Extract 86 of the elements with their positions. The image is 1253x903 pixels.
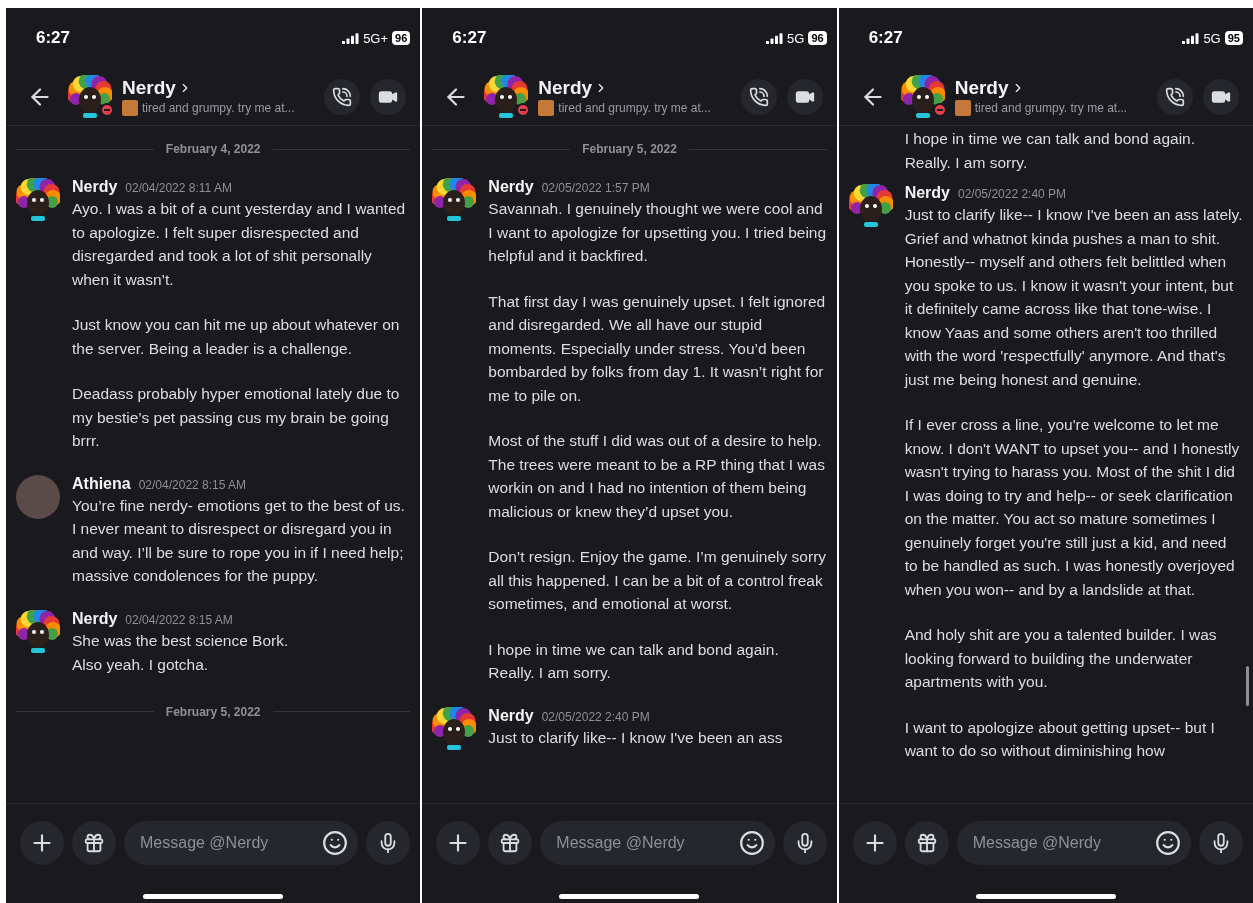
rainbow-afro-avatar bbox=[848, 184, 893, 228]
status-emoji-placeholder bbox=[122, 100, 138, 116]
message-text: Just to clarify like-- I know I've been an ass lately. Grief and whatnot kinda pushes a man to shit. Honestly-- myself and others felt belittled when you spoke to us. I know it wasn't your intent, but it definitely came across like that tone-wise. I know Yaas and some others aren't too thrilled with the word 'respectfully' anymore. And that's just me being honest and genuine. bbox=[904, 205, 1243, 390]
message-text: Ayo. I was a bit of a cunt yesterday and I wanted to apologize. I felt super disrespected and disregarded and took a lot of shit personally when it wasn’t. bbox=[72, 199, 407, 290]
date-divider-label: February 5, 2022 bbox=[165, 704, 261, 719]
date-divider-label: February 4, 2022 bbox=[165, 142, 261, 156]
message-text: Also yeah. I gotcha. bbox=[72, 655, 210, 675]
gift-icon bbox=[83, 831, 105, 854]
contact-name[interactable]: Nerdy bbox=[954, 77, 1025, 99]
phone-icon bbox=[748, 86, 769, 107]
message-input-field[interactable]: Message @Nerdy bbox=[540, 820, 775, 865]
emoji-icon[interactable] bbox=[322, 829, 349, 856]
rainbow-afro-avatar bbox=[432, 706, 477, 751]
video-call-button[interactable] bbox=[786, 78, 823, 115]
message-text: And holy shit are you a talented builder. I was looking forward to building the underwater apartments with you. bbox=[904, 625, 1218, 692]
network-label: 5G bbox=[1203, 30, 1221, 46]
message-timestamp: 02/04/2022 8:15 AM bbox=[125, 612, 233, 627]
scrollbar-thumb bbox=[1246, 666, 1249, 706]
message-timestamp: 02/05/2022 2:40 PM bbox=[541, 709, 650, 724]
video-call-button[interactable] bbox=[1203, 78, 1239, 115]
emoji-icon[interactable] bbox=[738, 829, 765, 856]
emoji-icon[interactable] bbox=[1155, 829, 1181, 856]
rainbow-afro-avatar bbox=[484, 74, 529, 119]
status-time: 6:27 bbox=[36, 28, 71, 48]
network-label: 5G+ bbox=[363, 30, 389, 46]
message-text: You’re fine nerdy- emotions get to the best of us. I never meant to disrespect or disregard you in and way. I’ll be sure to rope you in if I need help; massive condolences for the puppy. bbox=[72, 495, 406, 586]
message-text: That first day I was genuinely upset. I felt ignored and disregarded. We all have our stupid moments. Especially under stress. You’d been bombarded by folks from day 1. It wasn’t right for me to pile on. bbox=[488, 291, 827, 406]
signal-icon bbox=[766, 32, 784, 44]
gift-icon bbox=[915, 831, 938, 854]
battery-level: 96 bbox=[392, 31, 411, 45]
status-emoji-placeholder bbox=[954, 100, 971, 116]
message-text: Most of the stuff I did was out of a desire to help. The trees were meant to be a RP thing that I was workin on and I had no intention of them being malicious or knew they’d upset you. bbox=[488, 431, 826, 522]
gift-icon bbox=[499, 831, 522, 854]
message-text: Savannah. I genuinely thought we were cool and I want to apologize for upsetting you. I tried being helpful and it backfired. bbox=[488, 199, 827, 266]
rainbow-afro-avatar bbox=[432, 178, 477, 222]
message-text: Just know you can hit me up about whatever on the server. Being a leader is a challenge. bbox=[72, 315, 401, 359]
message-text: I hope in time we can talk and bond again. Really. I am sorry. bbox=[904, 129, 1197, 173]
add-button[interactable] bbox=[20, 820, 64, 865]
do-not-disturb-icon bbox=[516, 102, 531, 117]
rainbow-afro-avatar bbox=[16, 178, 60, 222]
rainbow-afro-avatar bbox=[900, 74, 945, 119]
avatar-photo-placeholder bbox=[16, 474, 60, 519]
contact-name[interactable]: Nerdy bbox=[538, 77, 609, 99]
status-emoji-placeholder bbox=[538, 100, 555, 116]
author-name[interactable]: Nerdy bbox=[488, 706, 534, 725]
gift-button[interactable] bbox=[72, 820, 116, 865]
message-text: I hope in time we can talk and bond again. Really. I am sorry. bbox=[488, 639, 780, 683]
author-name[interactable]: Nerdy bbox=[72, 178, 118, 196]
status-time: 6:27 bbox=[452, 28, 487, 48]
battery-level: 95 bbox=[1224, 31, 1243, 45]
author-name[interactable]: Nerdy bbox=[904, 184, 950, 202]
custom-status-text: tired and grumpy. try me at... bbox=[974, 101, 1128, 115]
do-not-disturb-icon bbox=[100, 102, 114, 117]
message-timestamp: 02/04/2022 8:15 AM bbox=[138, 477, 247, 492]
voice-call-button[interactable] bbox=[740, 78, 777, 115]
status-time: 6:27 bbox=[868, 28, 903, 48]
battery-level: 96 bbox=[808, 31, 827, 45]
voice-call-button[interactable] bbox=[324, 78, 361, 115]
message-text: Deadass probably hyper emotional lately due to my bestie’s pet passing cus my brain be going brrr. bbox=[72, 384, 401, 451]
message-text: Don’t resign. Enjoy the game. I’m genuinely sorry all this happened. I can be a bit of a control freak sometimes, and emotional at worst. bbox=[488, 547, 827, 614]
message-text: She was the best science Bork. bbox=[72, 630, 290, 651]
author-name[interactable]: Nerdy bbox=[72, 609, 118, 628]
message-text: I want to apologize about getting upset-- but I want to do so without diminishing how bbox=[904, 717, 1216, 761]
microphone-button[interactable] bbox=[1199, 820, 1243, 865]
rainbow-afro-avatar bbox=[16, 609, 60, 654]
message-text: Just to clarify like-- I know I've been an ass bbox=[488, 727, 784, 748]
message-input-field[interactable]: Message @Nerdy bbox=[124, 820, 359, 865]
signal-icon bbox=[1182, 32, 1200, 44]
phone-icon bbox=[332, 86, 353, 107]
message-timestamp: 02/04/2022 8:11 AM bbox=[125, 181, 232, 195]
message-timestamp: 02/05/2022 1:57 PM bbox=[541, 181, 650, 195]
custom-status-text: tired and grumpy. try me at... bbox=[558, 101, 711, 115]
message-input-field[interactable]: Message @Nerdy bbox=[956, 820, 1191, 865]
author-name[interactable]: Nerdy bbox=[488, 178, 534, 196]
custom-status-text: tired and grumpy. try me at... bbox=[142, 101, 295, 115]
date-divider-label: February 5, 2022 bbox=[582, 142, 677, 156]
signal-icon bbox=[342, 32, 360, 44]
message-text: If I ever cross a line, you're welcome to let me know. I don't WANT to upset you-- and I honestly wasn't trying to harass you. Most of the shit I did I was doing to try and help-- or seek clarification on the matter. You act so mature sometimes I genuinely forget you're still just a kid, and need to be handled as such. I was honestly overjoyed when you won-- and by a landslide at that. bbox=[904, 415, 1241, 600]
phone-icon bbox=[1165, 86, 1185, 107]
rainbow-afro-avatar bbox=[68, 74, 112, 119]
author-name[interactable]: Athiena bbox=[72, 474, 131, 493]
contact-name[interactable]: Nerdy bbox=[122, 77, 192, 99]
message-timestamp: 02/05/2022 2:40 PM bbox=[958, 187, 1067, 201]
video-call-button[interactable] bbox=[370, 78, 407, 115]
network-label: 5G bbox=[787, 30, 805, 46]
voice-call-button[interactable] bbox=[1157, 78, 1193, 115]
